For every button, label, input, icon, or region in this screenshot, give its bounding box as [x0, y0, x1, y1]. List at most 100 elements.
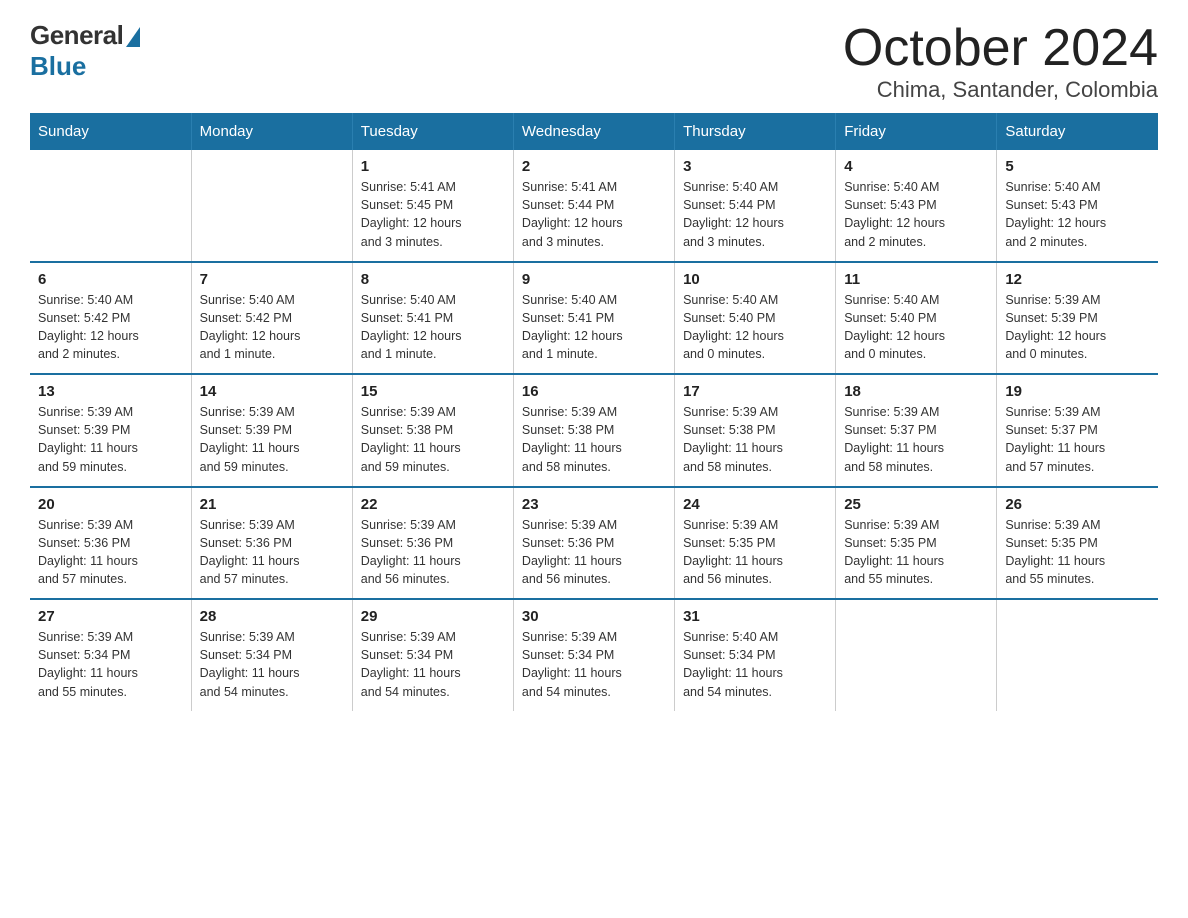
logo-blue-text: Blue: [30, 51, 86, 82]
day-info: Sunrise: 5:39 AM Sunset: 5:37 PM Dayligh…: [844, 403, 988, 476]
day-info: Sunrise: 5:39 AM Sunset: 5:34 PM Dayligh…: [361, 628, 505, 701]
day-info: Sunrise: 5:40 AM Sunset: 5:42 PM Dayligh…: [200, 291, 344, 364]
calendar-cell: 23Sunrise: 5:39 AM Sunset: 5:36 PM Dayli…: [513, 487, 674, 600]
calendar-cell: 17 Sunrise: 5:39 AM Sunset: 5:38 PM Dayli…: [675, 374, 836, 487]
day-number: 28: [200, 608, 344, 625]
day-info: Sunrise: 5:39 AM Sunset: 5:38 PM Dayligh…: [683, 403, 827, 476]
calendar-cell: [836, 599, 997, 711]
day-info: Sunrise: 5:40 AM Sunset: 5:40 PM Dayligh…: [683, 291, 827, 364]
day-number: 2: [522, 158, 666, 175]
calendar-cell: [997, 599, 1158, 711]
calendar-week-row: 13 Sunrise: 5:39 AM Sunset: 5:39 PM Dayli…: [30, 374, 1158, 487]
header-day-saturday: Saturday: [997, 113, 1158, 150]
day-info: Sunrise: 5:39 AM Sunset: 5:36 PM Dayligh…: [38, 516, 183, 589]
day-info: Sunrise: 5:40 AM Sunset: 5:43 PM Dayligh…: [1005, 178, 1150, 251]
day-number: 25: [844, 496, 988, 513]
day-info: Sunrise: 5:39 AM Sunset: 5:39 PM Dayligh…: [1005, 291, 1150, 364]
day-number: 1: [361, 158, 505, 175]
calendar-cell: 28 Sunrise: 5:39 AM Sunset: 5:34 PM Dayli…: [191, 599, 352, 711]
header-day-thursday: Thursday: [675, 113, 836, 150]
day-number: 24: [683, 496, 827, 513]
calendar-cell: 8 Sunrise: 5:40 AM Sunset: 5:41 PM Daylig…: [352, 262, 513, 375]
logo: General Blue: [30, 20, 140, 82]
day-number: 22: [361, 496, 505, 513]
calendar-cell: 25 Sunrise: 5:39 AM Sunset: 5:35 PM Dayli…: [836, 487, 997, 600]
day-number: 18: [844, 383, 988, 400]
day-info: Sunrise: 5:39 AM Sunset: 5:36 PM Dayligh…: [522, 516, 666, 589]
day-number: 11: [844, 271, 988, 288]
day-number: 29: [361, 608, 505, 625]
header-day-tuesday: Tuesday: [352, 113, 513, 150]
title-block: October 2024 Chima, Santander, Colombia: [843, 20, 1158, 103]
day-info: Sunrise: 5:39 AM Sunset: 5:34 PM Dayligh…: [522, 628, 666, 701]
day-info: Sunrise: 5:40 AM Sunset: 5:43 PM Dayligh…: [844, 178, 988, 251]
calendar-cell: 4Sunrise: 5:40 AM Sunset: 5:43 PM Daylig…: [836, 150, 997, 262]
header-day-sunday: Sunday: [30, 113, 191, 150]
calendar-cell: 1 Sunrise: 5:41 AM Sunset: 5:45 PM Daylig…: [352, 150, 513, 262]
day-number: 8: [361, 271, 505, 288]
calendar-cell: 31Sunrise: 5:40 AM Sunset: 5:34 PM Dayli…: [675, 599, 836, 711]
day-number: 26: [1005, 496, 1150, 513]
day-number: 27: [38, 608, 183, 625]
day-info: Sunrise: 5:39 AM Sunset: 5:39 PM Dayligh…: [200, 403, 344, 476]
day-number: 12: [1005, 271, 1150, 288]
calendar-cell: 6Sunrise: 5:40 AM Sunset: 5:42 PM Daylig…: [30, 262, 191, 375]
calendar-title: October 2024: [843, 20, 1158, 77]
day-info: Sunrise: 5:40 AM Sunset: 5:41 PM Dayligh…: [361, 291, 505, 364]
calendar-cell: 26 Sunrise: 5:39 AM Sunset: 5:35 PM Dayli…: [997, 487, 1158, 600]
day-number: 14: [200, 383, 344, 400]
day-info: Sunrise: 5:39 AM Sunset: 5:35 PM Dayligh…: [683, 516, 827, 589]
day-info: Sunrise: 5:39 AM Sunset: 5:37 PM Dayligh…: [1005, 403, 1150, 476]
calendar-cell: 13 Sunrise: 5:39 AM Sunset: 5:39 PM Dayli…: [30, 374, 191, 487]
calendar-cell: 3 Sunrise: 5:40 AM Sunset: 5:44 PM Daylig…: [675, 150, 836, 262]
calendar-week-row: 6Sunrise: 5:40 AM Sunset: 5:42 PM Daylig…: [30, 262, 1158, 375]
day-number: 3: [683, 158, 827, 175]
day-info: Sunrise: 5:41 AM Sunset: 5:45 PM Dayligh…: [361, 178, 505, 251]
day-number: 13: [38, 383, 183, 400]
day-number: 16: [522, 383, 666, 400]
calendar-cell: 10 Sunrise: 5:40 AM Sunset: 5:40 PM Dayli…: [675, 262, 836, 375]
calendar-cell: 11Sunrise: 5:40 AM Sunset: 5:40 PM Dayli…: [836, 262, 997, 375]
calendar-cell: 24 Sunrise: 5:39 AM Sunset: 5:35 PM Dayli…: [675, 487, 836, 600]
day-info: Sunrise: 5:40 AM Sunset: 5:44 PM Dayligh…: [683, 178, 827, 251]
day-info: Sunrise: 5:39 AM Sunset: 5:38 PM Dayligh…: [361, 403, 505, 476]
day-number: 30: [522, 608, 666, 625]
calendar-week-row: 27 Sunrise: 5:39 AM Sunset: 5:34 PM Dayli…: [30, 599, 1158, 711]
logo-general-text: General: [30, 20, 123, 51]
day-number: 15: [361, 383, 505, 400]
day-info: Sunrise: 5:39 AM Sunset: 5:36 PM Dayligh…: [361, 516, 505, 589]
header-day-monday: Monday: [191, 113, 352, 150]
day-number: 17: [683, 383, 827, 400]
day-info: Sunrise: 5:39 AM Sunset: 5:35 PM Dayligh…: [1005, 516, 1150, 589]
day-number: 20: [38, 496, 183, 513]
calendar-cell: 2 Sunrise: 5:41 AM Sunset: 5:44 PM Daylig…: [513, 150, 674, 262]
day-number: 19: [1005, 383, 1150, 400]
calendar-header-row: SundayMondayTuesdayWednesdayThursdayFrid…: [30, 113, 1158, 150]
calendar-cell: 29 Sunrise: 5:39 AM Sunset: 5:34 PM Dayli…: [352, 599, 513, 711]
calendar-location: Chima, Santander, Colombia: [843, 77, 1158, 103]
day-info: Sunrise: 5:39 AM Sunset: 5:39 PM Dayligh…: [38, 403, 183, 476]
calendar-cell: 12 Sunrise: 5:39 AM Sunset: 5:39 PM Dayli…: [997, 262, 1158, 375]
day-info: Sunrise: 5:39 AM Sunset: 5:38 PM Dayligh…: [522, 403, 666, 476]
calendar-cell: 15 Sunrise: 5:39 AM Sunset: 5:38 PM Dayli…: [352, 374, 513, 487]
day-info: Sunrise: 5:39 AM Sunset: 5:34 PM Dayligh…: [38, 628, 183, 701]
calendar-cell: 21Sunrise: 5:39 AM Sunset: 5:36 PM Dayli…: [191, 487, 352, 600]
day-info: Sunrise: 5:39 AM Sunset: 5:34 PM Dayligh…: [200, 628, 344, 701]
calendar-cell: 5Sunrise: 5:40 AM Sunset: 5:43 PM Daylig…: [997, 150, 1158, 262]
header-day-friday: Friday: [836, 113, 997, 150]
calendar-cell: 7Sunrise: 5:40 AM Sunset: 5:42 PM Daylig…: [191, 262, 352, 375]
day-info: Sunrise: 5:39 AM Sunset: 5:36 PM Dayligh…: [200, 516, 344, 589]
day-info: Sunrise: 5:39 AM Sunset: 5:35 PM Dayligh…: [844, 516, 988, 589]
header-day-wednesday: Wednesday: [513, 113, 674, 150]
logo-triangle-icon: [126, 27, 140, 47]
day-info: Sunrise: 5:41 AM Sunset: 5:44 PM Dayligh…: [522, 178, 666, 251]
calendar-week-row: 1 Sunrise: 5:41 AM Sunset: 5:45 PM Daylig…: [30, 150, 1158, 262]
page-header: General Blue October 2024 Chima, Santand…: [30, 20, 1158, 103]
day-number: 9: [522, 271, 666, 288]
day-number: 10: [683, 271, 827, 288]
calendar-cell: 9Sunrise: 5:40 AM Sunset: 5:41 PM Daylig…: [513, 262, 674, 375]
calendar-cell: 27 Sunrise: 5:39 AM Sunset: 5:34 PM Dayli…: [30, 599, 191, 711]
calendar-cell: [191, 150, 352, 262]
calendar-cell: 30 Sunrise: 5:39 AM Sunset: 5:34 PM Dayli…: [513, 599, 674, 711]
calendar-cell: 16 Sunrise: 5:39 AM Sunset: 5:38 PM Dayli…: [513, 374, 674, 487]
